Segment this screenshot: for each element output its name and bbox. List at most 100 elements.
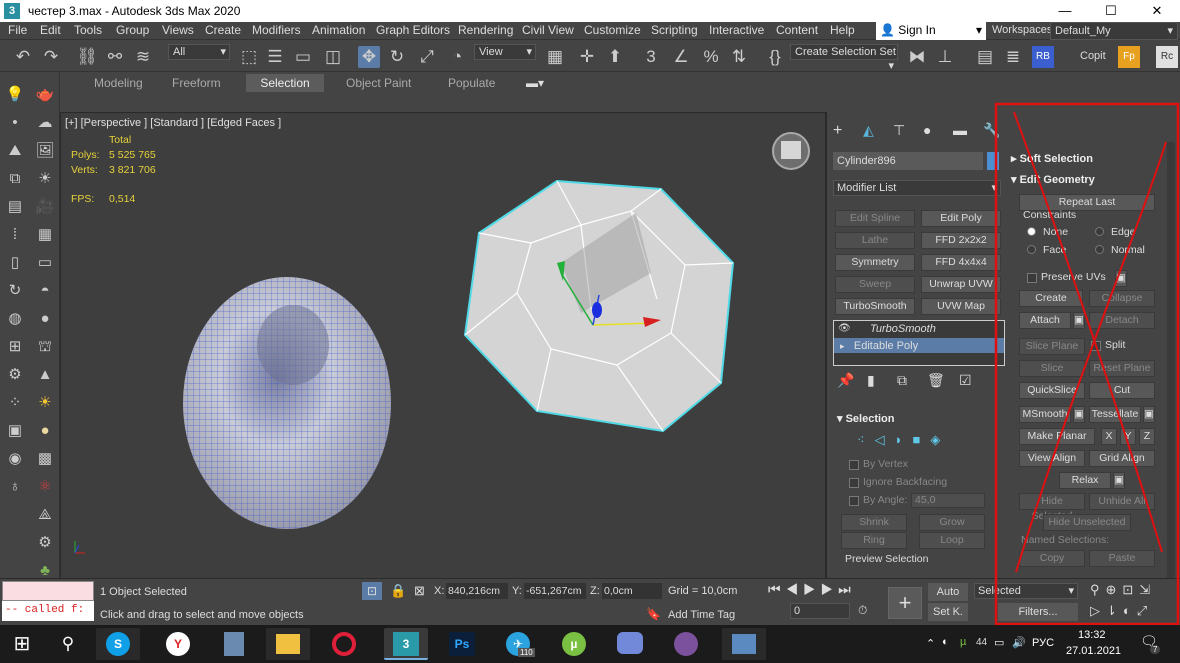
start-icon[interactable]: ⊞ — [0, 628, 44, 660]
time-tag-icon[interactable]: 🔖 — [646, 607, 661, 621]
symmetry-button[interactable]: Symmetry — [835, 254, 915, 271]
settings-icon[interactable]: ⚙ — [4, 364, 26, 386]
tray-utorrent-icon[interactable]: µ — [960, 636, 966, 648]
scene-icon[interactable]: ⛰ — [4, 140, 26, 162]
menu-group[interactable]: Group — [116, 23, 149, 37]
3dsmax-app-icon[interactable]: 3 — [4, 3, 20, 19]
window-crossing-icon[interactable]: ◫ — [322, 46, 344, 68]
point-icon[interactable]: • — [4, 112, 26, 134]
ignore-backfacing-checkbox[interactable] — [849, 478, 859, 488]
keyboard-language[interactable]: РУС — [1032, 637, 1054, 649]
yandex-icon[interactable]: Y — [156, 628, 200, 660]
clock-date[interactable]: 27.01.2021 — [1066, 645, 1121, 657]
layers-icon[interactable]: ⧉ — [4, 168, 26, 190]
angle-snap-icon[interactable]: ∠ — [670, 46, 692, 68]
cloud-icon[interactable]: ☁ — [34, 112, 56, 134]
by-vertex-checkbox[interactable] — [849, 460, 859, 470]
expand-arrow-icon[interactable]: ▸ — [840, 341, 845, 351]
ffd-4x4x4-button[interactable]: FFD 4x4x4 — [921, 254, 1001, 271]
viber-icon[interactable] — [664, 628, 708, 660]
turbosmooth-button[interactable]: TurboSmooth — [835, 298, 915, 315]
remove-modifier-icon[interactable]: 🗑 — [927, 372, 945, 389]
perspective-viewport[interactable]: [+] [Perspective ] [Standard ] [Edged Fa… — [60, 112, 826, 584]
uvw-map-button[interactable]: UVW Map — [921, 298, 1001, 315]
minimize-button[interactable]: — — [1042, 0, 1088, 22]
ball-icon[interactable]: ● — [34, 420, 56, 442]
pyramid-icon[interactable]: ⟁ — [34, 504, 56, 526]
configure-modifier-sets-icon[interactable]: ☑ — [959, 372, 972, 389]
clock-time[interactable]: 13:32 — [1078, 629, 1106, 641]
sign-in-dropdown[interactable]: 👤 Sign In ▾ — [876, 22, 986, 40]
pin-stack-icon[interactable]: 📌 — [837, 372, 854, 389]
tray-arrow-icon[interactable]: ⌃ — [926, 637, 935, 650]
sun-icon[interactable]: ☀ — [34, 392, 56, 414]
3dsmax-icon[interactable]: 3 — [384, 628, 428, 660]
menu-modifiers[interactable]: Modifiers — [252, 23, 301, 37]
basket-icon[interactable]: ⛫ — [34, 336, 56, 358]
sweep-button[interactable]: Sweep — [835, 276, 915, 293]
menu-rendering[interactable]: Rendering — [458, 23, 513, 37]
grow-button[interactable]: Grow — [919, 514, 985, 531]
edit-named-selection-icon[interactable]: {} — [764, 46, 786, 68]
menu-interactive[interactable]: Interactive — [709, 23, 764, 37]
motion-tab-icon[interactable]: ● — [923, 122, 931, 138]
menu-help[interactable]: Help — [830, 23, 855, 37]
render-icon[interactable]: RB — [1032, 46, 1054, 68]
phone-icon[interactable]: ▯ — [4, 252, 26, 274]
create-tab-icon[interactable]: + — [833, 122, 842, 140]
light-bulb-icon[interactable]: 💡 — [4, 84, 26, 106]
tray-network-icon[interactable]: ▭ — [994, 636, 1004, 649]
playback-controls[interactable]: ⏮◀▶▶⏭ — [768, 581, 856, 598]
show-end-result-icon[interactable]: ▮ — [867, 372, 875, 389]
menu-file[interactable]: File — [8, 23, 27, 37]
tray-wifi-icon[interactable]: ◐ — [942, 636, 949, 648]
x-coordinate-field[interactable]: 840,216cm — [446, 583, 508, 599]
menu-tools[interactable]: Tools — [74, 23, 102, 37]
selection-rollout-header[interactable]: ▾ Selection — [837, 412, 894, 425]
layer-explorer-icon[interactable]: ≣ — [1002, 46, 1024, 68]
select-manipulate-icon[interactable]: ✛ — [576, 46, 598, 68]
eye-icon[interactable]: ◉ — [4, 448, 26, 470]
hierarchy-tab-icon[interactable]: ⊤ — [893, 122, 905, 139]
discord-icon[interactable] — [608, 628, 652, 660]
unlink-icon[interactable]: ⚯ — [104, 46, 126, 68]
window-icon[interactable]: ▣ — [4, 420, 26, 442]
add-time-tag-button[interactable]: Add Time Tag — [668, 609, 735, 621]
modify-tab-icon[interactable]: ◭ — [863, 122, 874, 139]
gear-icon[interactable]: ⚙ — [34, 532, 56, 554]
menu-content[interactable]: Content — [776, 23, 818, 37]
utorrent-icon[interactable]: µ — [552, 628, 596, 660]
menu-create[interactable]: Create — [205, 23, 241, 37]
stack-item-turbosmooth[interactable]: TurboSmooth — [870, 323, 936, 335]
eye-icon[interactable]: 👁 — [838, 323, 851, 334]
menu-civil-view[interactable]: Civil View — [522, 23, 574, 37]
spinner-snap-icon[interactable]: ⇅ — [728, 46, 750, 68]
redo-icon[interactable]: ↷ — [40, 46, 62, 68]
viewcube[interactable] — [772, 132, 810, 170]
current-frame-field[interactable]: 0 — [790, 603, 850, 619]
menu-graph-editors[interactable]: Graph Editors — [376, 23, 450, 37]
loop-button[interactable]: Loop — [919, 532, 985, 549]
ring-button[interactable]: Ring — [841, 532, 907, 549]
select-place-icon[interactable]: ◔ — [446, 46, 468, 68]
close-button[interactable]: ✕ — [1134, 0, 1180, 22]
absolute-mode-icon[interactable]: ⊠ — [414, 583, 425, 599]
photoshop-icon[interactable]: Ps — [440, 628, 484, 660]
menu-scripting[interactable]: Scripting — [651, 23, 698, 37]
shrink-button[interactable]: Shrink — [841, 514, 907, 531]
grid-icon[interactable]: ▦ — [34, 224, 56, 246]
calculator-icon[interactable] — [212, 628, 256, 660]
photos-icon[interactable] — [722, 628, 766, 660]
named-selection-dropdown[interactable]: Create Selection Set ▾ — [790, 44, 898, 72]
select-by-name-icon[interactable]: ☰ — [264, 46, 286, 68]
menu-views[interactable]: Views — [162, 23, 194, 37]
marker-icon[interactable]: ⁞ — [4, 224, 26, 246]
align-icon[interactable]: ⊥ — [934, 46, 956, 68]
menu-customize[interactable]: Customize — [584, 23, 641, 37]
refresh-icon[interactable]: ↻ — [4, 280, 26, 302]
set-key-button[interactable]: Set K. — [928, 603, 968, 621]
checker-icon[interactable]: ▩ — [34, 448, 56, 470]
select-object-icon[interactable]: ⬚ — [238, 46, 260, 68]
auto-key-button[interactable]: Auto — [928, 583, 968, 601]
lamp-icon[interactable]: ☀ — [34, 168, 56, 190]
